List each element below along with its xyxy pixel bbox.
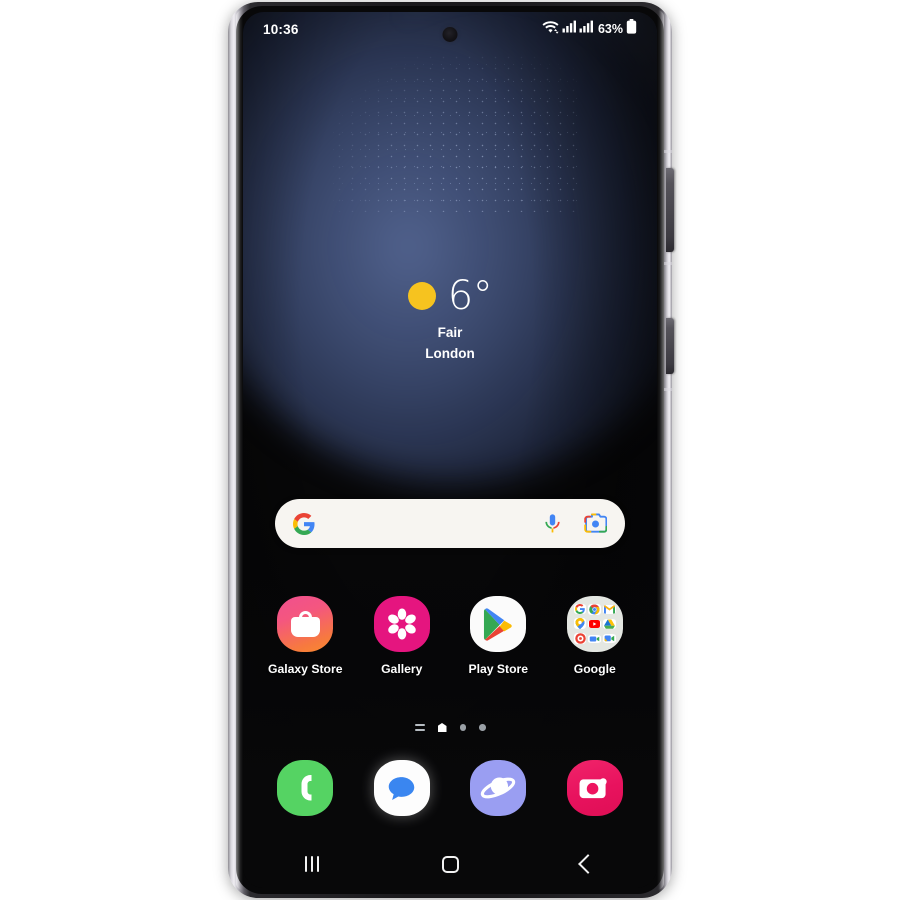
weather-location: London <box>425 346 475 361</box>
recents-button[interactable] <box>276 844 348 884</box>
app-label: Galaxy Store <box>267 662 343 676</box>
drive-icon <box>603 618 616 629</box>
status-bar-clock: 10:36 <box>263 21 299 37</box>
screenshot-stage: 10:36 63% 6° Fair London Galaxy Store Ga… <box>0 0 900 900</box>
app-gallery[interactable]: Gallery <box>362 596 442 676</box>
weather-widget[interactable]: 6° Fair London <box>243 274 657 361</box>
weather-temperature: 6° <box>447 273 493 319</box>
samsung-internet-icon[interactable] <box>470 760 527 816</box>
google-lens-camera-icon[interactable] <box>584 513 607 534</box>
weather-main-row: 6° <box>243 274 657 318</box>
wallpaper-bottom-fade <box>243 528 657 888</box>
play-triangle-glyph <box>483 607 512 641</box>
wallpaper <box>243 12 657 888</box>
google-folder-icon[interactable] <box>566 596 623 652</box>
power-button[interactable] <box>666 318 674 374</box>
planet-glyph <box>481 777 516 799</box>
handset-glyph <box>301 775 312 801</box>
punch-hole-camera-icon <box>442 27 458 42</box>
gallery-flower-icon[interactable] <box>373 596 430 652</box>
status-bar-indicators: 63% <box>542 19 637 39</box>
google-g-icon <box>293 512 315 535</box>
antenna-line-bottom <box>663 388 672 391</box>
home-page-active-indicator[interactable] <box>437 723 447 732</box>
weather-condition: Fair <box>437 325 463 340</box>
meet-icon <box>588 634 602 643</box>
duo-icon <box>603 634 616 644</box>
back-icon <box>578 854 598 874</box>
dock-item-internet[interactable] <box>458 760 538 816</box>
antenna-line-mid <box>663 262 672 265</box>
home-icon <box>441 855 459 873</box>
app-galaxy-store[interactable]: Galaxy Store <box>265 596 345 676</box>
volume-rocker-button[interactable] <box>666 168 674 252</box>
navigation-bar <box>243 840 657 888</box>
app-label: Play Store <box>468 662 529 676</box>
dock-item-camera[interactable] <box>555 760 635 816</box>
page-dot[interactable] <box>459 724 466 731</box>
galaxy-store-icon[interactable] <box>277 596 334 652</box>
signal-bars-icon-2 <box>579 20 593 38</box>
camera-icon[interactable] <box>566 760 623 816</box>
battery-percent-label: 63% <box>597 22 623 36</box>
app-grid: Galaxy Store Gallery Play Store Google <box>243 596 657 676</box>
chrome-icon <box>588 603 602 615</box>
recents-icon <box>305 856 319 872</box>
dock-item-phone[interactable] <box>265 760 345 816</box>
flower-glyph <box>387 608 416 640</box>
play-store-icon[interactable] <box>470 596 527 652</box>
google-search-icon <box>573 604 587 615</box>
battery-icon <box>626 19 637 39</box>
messages-icon[interactable] <box>373 760 430 816</box>
gmail-icon <box>603 604 616 614</box>
dock-item-messages[interactable] <box>362 760 442 816</box>
signal-bars-icon <box>562 20 576 38</box>
app-play-store[interactable]: Play Store <box>458 596 538 676</box>
app-label: Gallery <box>381 662 423 676</box>
app-label: Google <box>573 662 616 676</box>
camera-glyph <box>579 777 607 798</box>
phone-screen[interactable]: 10:36 63% 6° Fair London Galaxy Store Ga… <box>243 12 657 888</box>
photos-icon <box>573 633 587 645</box>
sun-icon <box>407 282 436 310</box>
microphone-icon[interactable] <box>543 513 562 534</box>
page-indicator[interactable] <box>243 723 657 732</box>
home-button[interactable] <box>414 844 486 884</box>
back-button[interactable] <box>552 844 624 884</box>
apps-list-icon[interactable] <box>414 724 425 731</box>
speech-bubble-glyph <box>388 776 415 800</box>
youtube-icon <box>588 619 602 628</box>
maps-icon <box>573 618 587 630</box>
shopping-bag-glyph <box>290 611 320 637</box>
app-google-folder[interactable]: Google <box>555 596 635 676</box>
page-dot[interactable] <box>479 724 486 731</box>
google-search-bar[interactable] <box>275 499 625 548</box>
dock <box>243 760 657 816</box>
wifi-icon <box>542 20 559 39</box>
antenna-line-top <box>663 150 672 153</box>
phone-icon[interactable] <box>277 760 334 816</box>
